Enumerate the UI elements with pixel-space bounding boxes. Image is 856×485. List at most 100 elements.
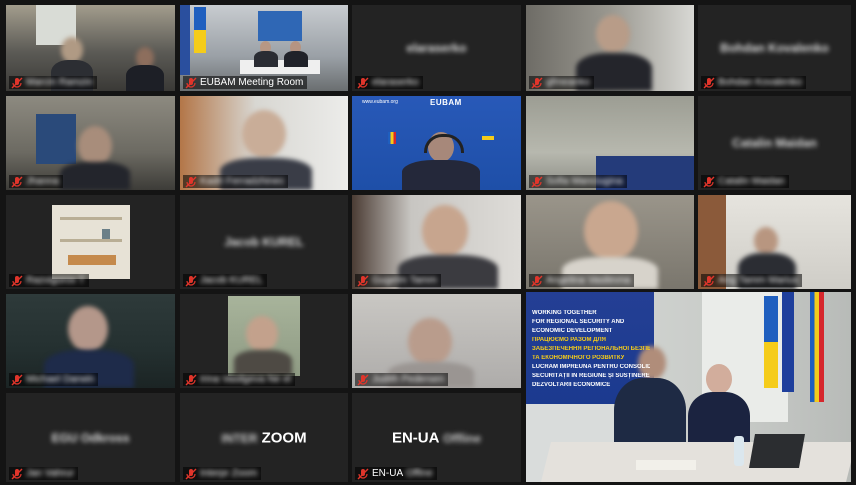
video-tile-2[interactable]: EUBAM Meeting Room bbox=[180, 5, 348, 91]
video-grid: Marcin Ramzin EUBAM Meeting Room elarase… bbox=[0, 0, 856, 485]
video-tile-17[interactable]: Irina Vasilgeva Ne el bbox=[180, 294, 348, 388]
participant-body bbox=[402, 160, 480, 190]
participant-nameplate: Catalin Maidan bbox=[701, 175, 789, 188]
video-tile-9[interactable]: Sofia Manciugina bbox=[526, 96, 694, 190]
participant-face bbox=[408, 318, 452, 366]
participant-name-suffix: Offline bbox=[443, 431, 482, 445]
participant-nameplate: Michael Darwin bbox=[9, 373, 99, 386]
banner-text-line: ПРАЦЮЄМО РАЗОМ ДЛЯ bbox=[532, 337, 606, 343]
participant-face bbox=[584, 201, 638, 261]
ukraine-flag bbox=[764, 296, 778, 388]
participant-name: EN-UA bbox=[372, 468, 404, 479]
participant-name-center: EN-UA Offline bbox=[352, 429, 521, 446]
participant-name: Bohdan Kovalenko bbox=[718, 77, 802, 88]
video-tile-22[interactable]: EN-UA Offline EN-UA Offine bbox=[352, 393, 521, 482]
eu-flag bbox=[180, 5, 190, 75]
participant-name-main: EN-UA bbox=[391, 429, 439, 446]
participant-nameplate: Sofia Manciugina bbox=[529, 175, 627, 188]
banner-text-line: ТА ЕКОНОМІЧНОГО РОЗВИТКУ bbox=[532, 355, 625, 361]
participant-name: Sofia Manciugina bbox=[546, 176, 623, 187]
video-tile-15[interactable]: Ang Tamm Marius bbox=[698, 195, 851, 289]
video-tile-3[interactable]: elaraserko elaraserko bbox=[352, 5, 521, 91]
participant-name-center: EGU Odkross bbox=[51, 430, 130, 445]
participant-name: Angelina Vasilevna bbox=[546, 275, 631, 286]
video-tile-18[interactable]: Judith Pedersen bbox=[352, 294, 521, 388]
mic-muted-icon bbox=[11, 176, 23, 188]
participant-name: Irina Vasilgeva Ne el bbox=[200, 374, 291, 385]
participant-face bbox=[246, 316, 278, 352]
video-tile-11[interactable]: Razvigorov T bbox=[6, 195, 175, 289]
video-tile-7[interactable]: Kadri Ferradzhinec bbox=[180, 96, 348, 190]
video-tile-19-conference-room[interactable]: WORKING TOGETHER FOR REGIONAL SECURITY AN… bbox=[526, 292, 851, 482]
participant-nameplate: Judith Pedersen bbox=[355, 373, 449, 386]
mic-muted-icon bbox=[357, 374, 369, 386]
participant-nameplate: Ang Tamm Marius bbox=[701, 274, 803, 287]
eubam-banner bbox=[258, 11, 302, 41]
video-tile-13[interactable]: Gugelm Tamm bbox=[352, 195, 521, 289]
participant-name: Jan Vahrur bbox=[26, 468, 75, 479]
banner-text-line: DEZVOLTĂRII ECONOMICE bbox=[532, 382, 611, 388]
video-tile-12[interactable]: Jacob KUREL Jacob KUREL bbox=[180, 195, 348, 289]
video-tile-14[interactable]: Angelina Vasilevna bbox=[526, 195, 694, 289]
banner-text-line: FOR REGIONAL SECURITY AND bbox=[532, 319, 625, 325]
video-tile-16[interactable]: Michael Darwin bbox=[6, 294, 175, 388]
participant-face bbox=[78, 126, 112, 166]
participant-nameplate: elaraserko bbox=[355, 76, 423, 89]
participant-nameplate: Interpr Zoom bbox=[183, 467, 262, 480]
video-tile-4[interactable]: gfmeanko bbox=[526, 5, 694, 91]
shelf bbox=[60, 239, 122, 242]
eu-flag bbox=[782, 292, 794, 392]
mic-muted-icon bbox=[357, 77, 369, 89]
video-tile-6[interactable]: Jhanna bbox=[6, 96, 175, 190]
video-tile-5[interactable]: Bohdan Kovalenko Bohdan Kovalenko bbox=[698, 5, 851, 91]
participant-name: Marcin Ramzin bbox=[26, 77, 93, 88]
participant-name: Ang Tamm Marius bbox=[718, 275, 799, 286]
participant-name: Razvigorov T bbox=[26, 275, 85, 286]
moldova-flag bbox=[388, 132, 396, 144]
mic-muted-icon bbox=[703, 77, 715, 89]
participant-nameplate: Angelina Vasilevna bbox=[529, 274, 635, 287]
participant-nameplate: Marcin Ramzin bbox=[9, 76, 97, 89]
mic-muted-icon bbox=[703, 275, 715, 287]
video-tile-21[interactable]: INTER ZOOM Interpr Zoom bbox=[180, 393, 348, 482]
participant-nameplate: Kadri Ferradzhinec bbox=[183, 175, 289, 188]
participant-name: Interpr Zoom bbox=[200, 468, 258, 479]
participant-name: Michael Darwin bbox=[26, 374, 95, 385]
mic-muted-icon bbox=[11, 275, 23, 287]
wall-poster bbox=[36, 114, 76, 164]
participant-nameplate: Razvigorov T bbox=[9, 274, 89, 287]
participant-nameplate: Jhanna bbox=[9, 175, 63, 188]
mic-muted-icon bbox=[531, 77, 543, 89]
video-tile-10[interactable]: Catalin Maidan Catalin Maidan bbox=[698, 96, 851, 190]
ukraine-flag bbox=[482, 132, 494, 140]
couch bbox=[68, 255, 116, 265]
participant-nameplate: Jan Vahrur bbox=[9, 467, 79, 480]
participant-name: Catalin Maidan bbox=[718, 176, 785, 187]
banner-text-line: ECONOMIC DEVELOPMENT bbox=[532, 328, 613, 334]
participant-nameplate: EUBAM Meeting Room bbox=[183, 76, 308, 89]
participant-nameplate: Bohdan Kovalenko bbox=[701, 76, 806, 89]
participant-name: Judith Pedersen bbox=[372, 374, 445, 385]
participant-nameplate: EN-UA Offine bbox=[355, 467, 437, 480]
mic-muted-icon bbox=[531, 275, 543, 287]
mic-muted-icon bbox=[185, 374, 197, 386]
participant-name: Jhanna bbox=[26, 176, 59, 187]
participant-name: Gugelm Tamm bbox=[372, 275, 437, 286]
video-tile-20[interactable]: EGU Odkross Jan Vahrur bbox=[6, 393, 175, 482]
mic-muted-icon bbox=[11, 374, 23, 386]
mic-muted-icon bbox=[11, 468, 23, 480]
mic-muted-icon bbox=[357, 275, 369, 287]
mic-muted-icon bbox=[185, 275, 197, 287]
participant-name: Kadri Ferradzhinec bbox=[200, 176, 285, 187]
video-tile-8[interactable]: www.eubam.org EUBAM bbox=[352, 96, 521, 190]
banner-text-line: LUCRĂM ÎMPREUNĂ PENTRU CONSOLIDAREA bbox=[532, 364, 650, 370]
participant-name: Jacob KUREL bbox=[200, 275, 263, 286]
participant-name-suffix: Offine bbox=[406, 468, 433, 479]
table bbox=[240, 60, 320, 74]
video-tile-1[interactable]: Marcin Ramzin bbox=[6, 5, 175, 91]
participant-name-prefix: INTER bbox=[221, 431, 258, 445]
participant-name-main: ZOOM bbox=[261, 429, 307, 446]
mic-muted-icon bbox=[185, 77, 197, 89]
mic-muted-icon bbox=[357, 468, 369, 480]
moldova-flag bbox=[810, 292, 824, 402]
